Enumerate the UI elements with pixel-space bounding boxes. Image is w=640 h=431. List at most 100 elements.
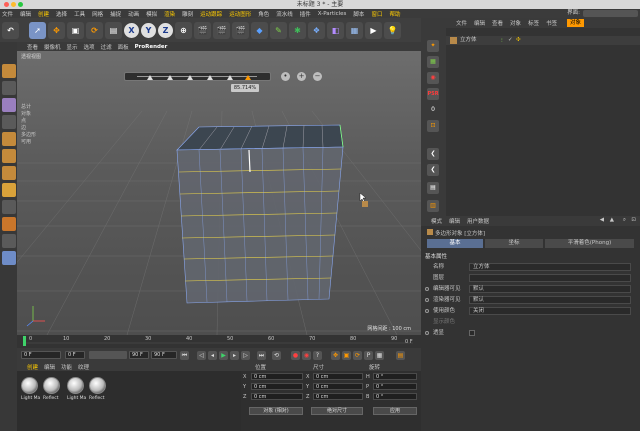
menu-mograph[interactable]: 运动图形 [229,10,251,18]
size-z-field[interactable]: 0 cm [313,393,363,400]
make-editable-icon[interactable] [1,64,16,78]
record-icon[interactable]: ● [291,351,300,360]
undo-icon[interactable]: ↶ [2,21,19,39]
preview-range-slider[interactable] [89,351,127,359]
menu-character[interactable]: 角色 [258,10,269,18]
render-picture-viewer-icon[interactable]: 🎬 [213,21,230,39]
loop-icon[interactable]: ⟲ [272,351,281,360]
spline-pen-icon[interactable]: ✎ [270,21,287,39]
array-icon[interactable]: ❖ [308,21,325,39]
animate-radio-icon[interactable] [425,331,429,335]
obj-menu-bookmarks[interactable]: 书签 [546,19,557,27]
collapse-left-icon[interactable]: ❮ [427,148,439,160]
snap-settings-icon[interactable]: ✦ [427,40,439,52]
nurbs-icon[interactable]: ✱ [289,21,306,39]
menu-render[interactable]: 渲染 [164,10,175,18]
viewport-menu-options[interactable]: 选项 [84,43,95,51]
slider-reset-button[interactable]: • [281,72,290,81]
perspective-viewport[interactable]: 透视视图 • + − 85.714% 总计 对象 点 边 多边形 可用 网格间距… [17,51,421,335]
object-name[interactable]: 立方体 [460,36,477,45]
locked-workplane-icon[interactable] [1,234,16,248]
apply-button[interactable]: 应用 [373,407,417,415]
menu-animate[interactable]: 动画 [128,10,139,18]
goto-end-icon[interactable]: ⏭ [257,351,266,360]
back-arrow-icon[interactable]: ◀ [600,217,604,223]
deformer-icon[interactable]: ◧ [327,21,344,39]
coord-mode-select[interactable]: 对象 (相对) [249,407,303,415]
position-x-field[interactable]: 0 cm [251,373,303,380]
axis-x-button[interactable]: X [124,22,139,38]
object-row[interactable]: 立方体 ⁝ ✓ ✣ [446,36,640,45]
snap-icon[interactable] [1,217,16,231]
xray-checkbox[interactable] [469,330,475,336]
menu-help[interactable]: 帮助 [389,10,400,18]
use-color-select[interactable]: 关闭 [469,307,631,315]
material-menu-create[interactable]: 创建 [27,363,38,371]
position-y-field[interactable]: 0 cm [251,383,303,390]
lock-icon[interactable]: ⊡ [631,217,636,223]
prev-frame-icon[interactable]: ◂ [208,351,217,360]
viewport-menu-filter[interactable]: 过滤 [101,43,112,51]
key-pla-icon[interactable]: ▦ [375,351,384,360]
attr-menu-mode[interactable]: 模式 [431,217,442,225]
selection-slider[interactable] [124,72,271,81]
menu-snap[interactable]: 捕捉 [110,10,121,18]
attr-menu-edit[interactable]: 编辑 [449,217,460,225]
zoom-window-button[interactable] [18,2,23,7]
play-icon[interactable]: ▶ [219,351,228,360]
size-x-field[interactable]: 0 cm [313,373,363,380]
menu-create[interactable]: 创建 [38,10,49,18]
menu-sculpt[interactable]: 雕刻 [182,10,193,18]
viewport-menu-panel[interactable]: 面板 [118,43,129,51]
menu-window[interactable]: 窗口 [371,10,382,18]
goto-start-icon[interactable]: ⏮ [180,351,189,360]
visibility-dots-icon[interactable]: ⁝ [501,37,503,46]
layer-browser-icon[interactable]: ▥ [427,200,439,212]
render-settings-icon[interactable]: 🎬 [232,21,249,39]
tab-objects[interactable]: 对象 [566,19,584,27]
minimize-window-button[interactable] [11,2,16,7]
viewport-menu-prorender[interactable]: ProRender [135,44,168,50]
animate-radio-icon[interactable] [425,309,429,313]
texture-mode-icon[interactable] [1,98,16,112]
menu-plugins[interactable]: 插件 [300,10,311,18]
next-frame-icon[interactable]: ▸ [230,351,239,360]
workplane-icon[interactable] [1,115,16,129]
name-field[interactable]: 立方体 [469,263,631,271]
layer-field[interactable] [469,274,631,282]
record-settings-icon[interactable]: ◉ [427,72,439,84]
menu-simulate[interactable]: 模拟 [146,10,157,18]
close-window-button[interactable] [4,2,9,7]
viewport-menu-view[interactable]: 查看 [27,43,38,51]
timeline-ruler[interactable]: 0 10 20 30 40 50 60 70 80 90 0 F [17,335,421,348]
obj-menu-edit[interactable]: 编辑 [474,19,485,27]
slider-subtract-button[interactable]: − [313,72,322,81]
obj-menu-view[interactable]: 查看 [492,19,503,27]
autokey-icon[interactable]: ◉ [302,351,311,360]
coord-size-mode-select[interactable]: 绝对尺寸 [311,407,363,415]
menu-motion-tracking[interactable]: 运动跟踪 [200,10,222,18]
layout-select[interactable] [583,10,638,17]
camera-icon[interactable]: ▶ [365,21,382,39]
start-frame-field[interactable]: 0 F [21,351,61,359]
key-rotation-icon[interactable]: ⟳ [353,351,362,360]
material-menu-edit[interactable]: 编辑 [44,363,55,371]
solo-icon[interactable] [1,251,16,265]
phong-tag-icon[interactable]: ✣ [516,36,521,45]
rotation-h-field[interactable]: 0 ° [373,373,417,380]
search-icon[interactable]: ⌕ [623,217,626,224]
psr-icon[interactable]: PSR [427,88,439,100]
size-y-field[interactable]: 0 cm [313,383,363,390]
material-swatch[interactable]: Reflect [89,377,108,407]
obj-menu-file[interactable]: 文件 [456,19,467,27]
axis-z-button[interactable]: Z [158,22,173,38]
animate-radio-icon[interactable] [425,287,429,291]
tab-basic[interactable]: 基本 [427,239,483,248]
menu-script[interactable]: 脚本 [353,10,364,18]
position-z-field[interactable]: 0 cm [251,393,303,400]
material-menu-function[interactable]: 功能 [61,363,72,371]
render-visible-select[interactable]: 默认 [469,296,631,304]
rotation-p-field[interactable]: 0 ° [373,383,417,390]
menu-edit[interactable]: 编辑 [20,10,31,18]
editor-visible-select[interactable]: 默认 [469,285,631,293]
